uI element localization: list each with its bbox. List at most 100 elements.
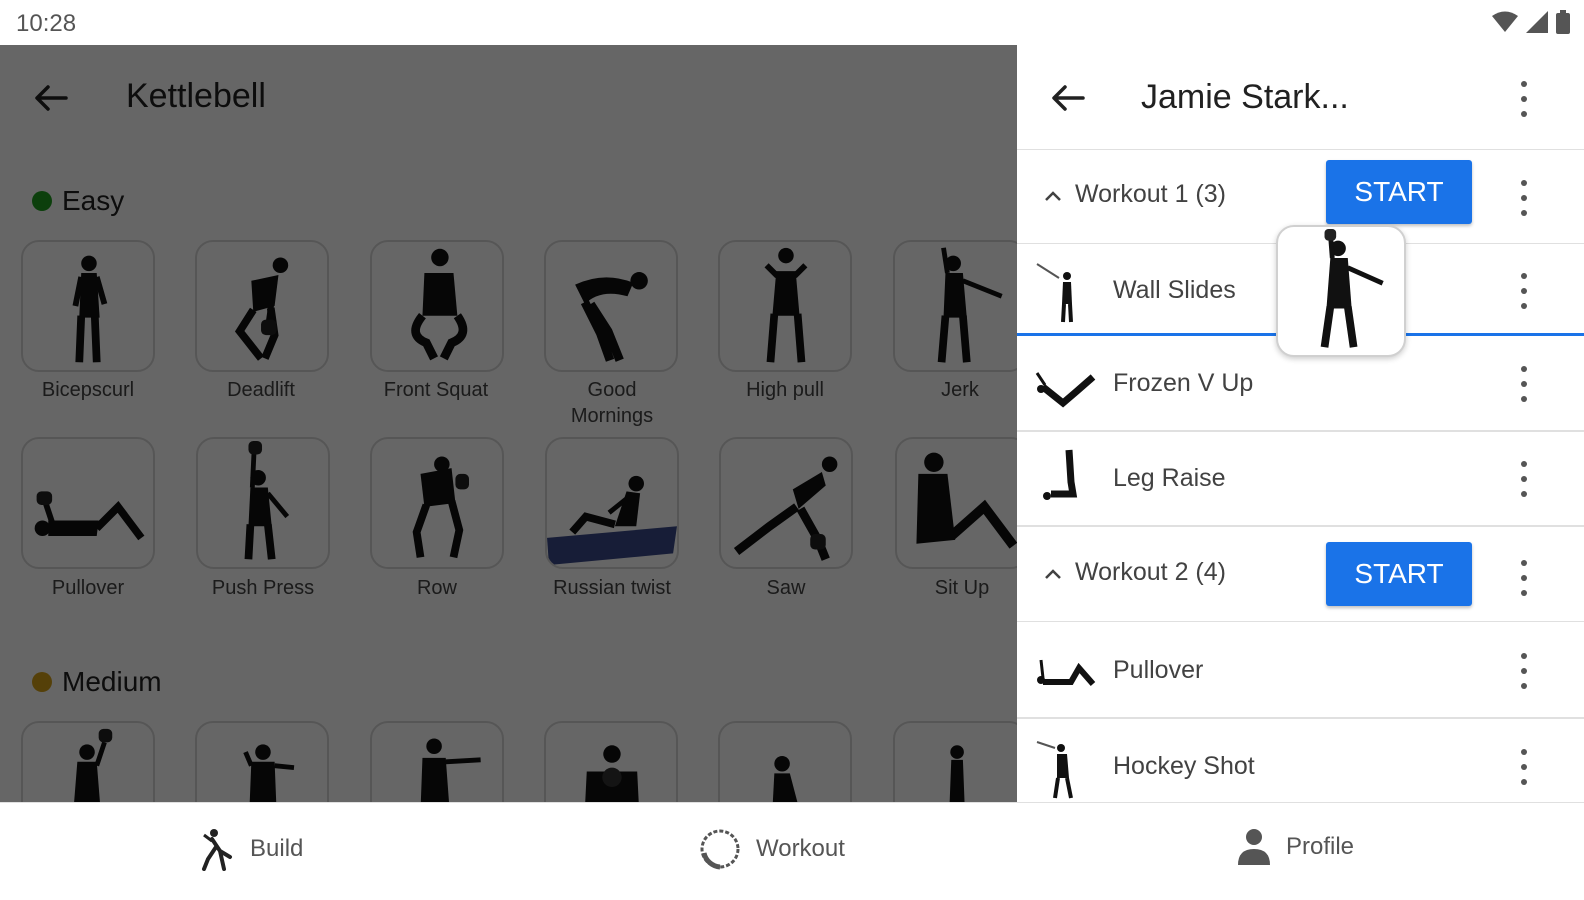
- workout-icon: [700, 829, 740, 870]
- more-options-icon[interactable]: [1517, 81, 1531, 117]
- library-header: Kettlebell: [0, 45, 1017, 150]
- exercise-name: Frozen V Up: [1113, 369, 1254, 397]
- section-medium-label: Medium: [62, 666, 162, 697]
- figure-deadlift-icon: [234, 257, 289, 361]
- more-options-icon[interactable]: [1517, 461, 1531, 497]
- more-options-icon[interactable]: [1517, 653, 1531, 689]
- exercise-thumbnail: [1043, 449, 1078, 500]
- nav-build[interactable]: Build: [200, 827, 303, 871]
- figure-icon: [420, 738, 481, 802]
- status-time: 10:28: [16, 10, 77, 37]
- figure-row-icon: [412, 456, 469, 559]
- medium-dot: [32, 672, 52, 692]
- figure-icon: [772, 755, 798, 802]
- figure-icon: [585, 745, 639, 802]
- exercise-tile-high-pull[interactable]: [718, 240, 852, 372]
- nav-build-label: Build: [250, 835, 304, 862]
- section-easy-label: Easy: [62, 185, 125, 216]
- exercise-library-panel: Kettlebell Easy Bicepscurl Deadlift Fron…: [0, 45, 1017, 802]
- exercise-tile[interactable]: [893, 721, 1017, 802]
- more-options-icon[interactable]: [1517, 366, 1531, 402]
- exercise-label: Russian twist: [553, 577, 671, 599]
- exercise-thumbnail: [1036, 741, 1073, 799]
- exercise-tile-saw[interactable]: [719, 437, 853, 569]
- exercise-tile-jerk[interactable]: [893, 240, 1017, 372]
- status-bar: 10:28: [0, 0, 1584, 45]
- battery-icon: [1556, 10, 1570, 34]
- exercise-tile-bicepscurl[interactable]: [21, 240, 155, 372]
- exercise-tile-row[interactable]: [370, 437, 504, 569]
- nav-profile[interactable]: Profile: [1236, 827, 1354, 867]
- exercise-row[interactable]: Pullover: [1017, 624, 1584, 719]
- exercise-tile[interactable]: [718, 721, 852, 802]
- exercise-label: Pullover: [51, 577, 125, 599]
- easy-dot: [32, 191, 52, 211]
- dragged-exercise-tile[interactable]: [1276, 225, 1406, 357]
- more-options-icon[interactable]: [1517, 749, 1531, 785]
- figure-icon: [243, 744, 295, 802]
- exercise-tile-good-mornings[interactable]: [544, 240, 678, 372]
- exercise-row[interactable]: Leg Raise: [1017, 432, 1584, 527]
- exercise-label: Sit Up: [934, 577, 990, 599]
- plan-header: Jamie Stark...: [1017, 45, 1584, 150]
- exercise-name: Leg Raise: [1113, 464, 1226, 492]
- exercise-label: Bicepscurl: [41, 379, 135, 401]
- signal-icon: [1526, 11, 1548, 33]
- figure-front-squat-icon: [411, 248, 468, 361]
- exercise-name: Hockey Shot: [1113, 752, 1255, 780]
- workout-group-header[interactable]: Workout 2 (4) START: [1017, 528, 1584, 622]
- exercise-tile-push-press[interactable]: [196, 437, 330, 569]
- profile-icon: [1238, 829, 1270, 865]
- chevron-up-icon[interactable]: [1043, 564, 1063, 584]
- section-easy: Easy: [32, 185, 124, 217]
- start-button[interactable]: START: [1326, 160, 1472, 224]
- exercise-name: Wall Slides: [1113, 276, 1236, 304]
- exercise-tile-russian-twist[interactable]: [545, 437, 679, 569]
- plan-title: Jamie Stark...: [1141, 78, 1349, 116]
- workout-plan-panel: Jamie Stark... Workout 1 (3) START Wall …: [1017, 45, 1584, 802]
- status-icons: [1492, 10, 1570, 34]
- chevron-up-icon[interactable]: [1043, 186, 1063, 206]
- exercise-label: High pull: [746, 379, 824, 401]
- exercise-label: Push Press: [211, 577, 315, 599]
- section-medium: Medium: [32, 666, 162, 698]
- figure-pullover-icon: [34, 491, 145, 541]
- exercise-name: Pullover: [1113, 656, 1204, 684]
- exercise-tile-deadlift[interactable]: [195, 240, 329, 372]
- exercise-label: Front Squat: [383, 379, 489, 401]
- exercise-label: Good Mornings: [570, 379, 654, 427]
- exercise-thumbnail: [1036, 263, 1073, 323]
- exercise-label: Row: [416, 577, 457, 599]
- figure-push-press-icon: [244, 440, 290, 560]
- exercise-tile-front-squat[interactable]: [370, 240, 504, 372]
- back-arrow-icon[interactable]: [30, 78, 70, 118]
- exercise-tile[interactable]: [544, 721, 678, 802]
- exercise-row[interactable]: Hockey Shot: [1017, 720, 1584, 802]
- more-options-icon[interactable]: [1517, 273, 1531, 309]
- nav-workout-label: Workout: [756, 835, 845, 862]
- figure-bicepscurl-icon: [72, 255, 108, 363]
- bottom-navigation: Build Workout Profile: [0, 802, 1584, 900]
- exercise-label: Jerk: [941, 379, 979, 401]
- wifi-icon: [1492, 11, 1518, 32]
- exercise-tile-pullover[interactable]: [21, 437, 155, 569]
- exercise-thumbnail: [1037, 659, 1096, 686]
- figure-jerk-icon: [937, 247, 1003, 363]
- exercise-tile[interactable]: [370, 721, 504, 802]
- workout-title: Workout 1 (3): [1075, 180, 1226, 208]
- more-options-icon[interactable]: [1517, 560, 1531, 596]
- figure-jerk-icon: [1320, 228, 1384, 348]
- exercise-thumbnail: [1035, 372, 1096, 408]
- more-options-icon[interactable]: [1517, 180, 1531, 216]
- workout-title: Workout 2 (4): [1075, 558, 1226, 586]
- start-button[interactable]: START: [1326, 542, 1472, 606]
- exercise-tile[interactable]: [195, 721, 329, 802]
- nav-workout[interactable]: Workout: [698, 827, 845, 871]
- back-arrow-icon[interactable]: [1047, 78, 1087, 118]
- figure-icon: [949, 745, 965, 802]
- exercise-tile-sit-up[interactable]: [895, 437, 1017, 569]
- exercise-tile[interactable]: [21, 721, 155, 802]
- nav-profile-label: Profile: [1286, 833, 1355, 860]
- library-title: Kettlebell: [126, 77, 266, 115]
- figure-russian-twist-icon: [547, 475, 677, 566]
